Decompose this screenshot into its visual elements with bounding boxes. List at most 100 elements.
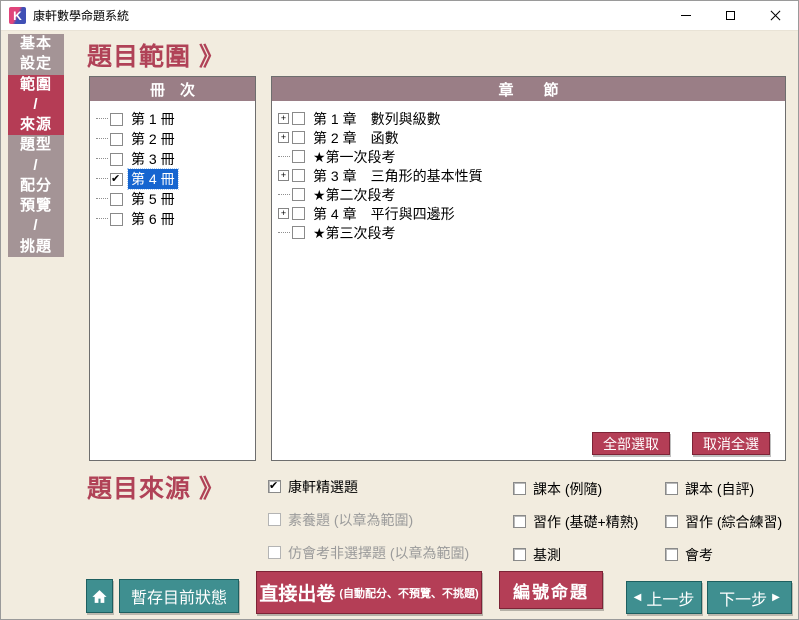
source-option[interactable]: 習作 (綜合練習)	[665, 513, 782, 530]
source-label: 課本 (自評)	[685, 479, 754, 499]
source-option[interactable]: 基測	[513, 546, 638, 563]
chapter-label[interactable]: 第 2 章 函數	[310, 128, 402, 148]
source-label: 素養題 (以章為範圍)	[288, 510, 413, 530]
source-option[interactable]: 習作 (基礎+精熟)	[513, 513, 638, 530]
chapter-label[interactable]: ★第一次段考	[310, 147, 399, 167]
app-window: K 康軒數學命題系統 基本 設定 範圍 / 來源 題型 / 配分 預覽 / 挑題…	[0, 0, 799, 620]
source-option[interactable]: 會考	[665, 546, 782, 563]
maximize-icon	[726, 11, 735, 20]
source-checkbox[interactable]	[268, 546, 281, 559]
next-step-button[interactable]: 下一步 ▶	[707, 581, 792, 614]
chapter-checkbox[interactable]	[292, 188, 305, 201]
expand-plus-icon[interactable]	[278, 113, 289, 124]
close-button[interactable]	[753, 1, 798, 30]
source-label: 仿會考非選擇題 (以章為範圍)	[288, 543, 469, 563]
volume-label[interactable]: 第 4 冊	[128, 169, 178, 189]
sidebar-step-tab[interactable]: 預覽 / 挑題	[8, 196, 64, 257]
source-checkbox[interactable]	[268, 513, 281, 526]
chapter-tree-row[interactable]: ★第一次段考	[278, 147, 783, 166]
volume-checkbox[interactable]	[110, 133, 123, 146]
direct-export-note: (自動配分、不預覽、不挑題)	[339, 585, 478, 601]
chapter-checkbox[interactable]	[292, 226, 305, 239]
source-checkbox[interactable]	[665, 515, 678, 528]
volume-checkbox[interactable]	[110, 153, 123, 166]
source-option[interactable]: 康軒精選題	[268, 478, 469, 495]
source-checkbox[interactable]	[665, 548, 678, 561]
tree-connector	[278, 149, 290, 157]
source-option[interactable]: 課本 (例隨)	[513, 480, 638, 497]
select-all-button[interactable]: 全部選取	[592, 432, 670, 455]
app-logo-icon: K	[9, 7, 26, 24]
volume-label[interactable]: 第 1 冊	[128, 109, 178, 129]
source-checkbox[interactable]	[513, 515, 526, 528]
expand-plus-icon[interactable]	[278, 208, 289, 219]
chapter-checkbox[interactable]	[292, 112, 305, 125]
volume-panel-header: 冊 次	[90, 77, 255, 101]
expand-plus-icon[interactable]	[278, 132, 289, 143]
chapter-tree-row[interactable]: 第 3 章 三角形的基本性質	[278, 166, 783, 185]
volume-label[interactable]: 第 3 冊	[128, 149, 178, 169]
chapter-label[interactable]: 第 4 章 平行與四邊形	[310, 204, 458, 224]
chapter-label[interactable]: ★第三次段考	[310, 223, 399, 243]
numbered-authoring-button[interactable]: 編號命題	[499, 571, 603, 609]
source-option[interactable]: 素養題 (以章為範圍)	[268, 511, 469, 528]
volume-panel: 冊 次 第 1 冊 第 2 冊	[89, 76, 256, 461]
volume-label[interactable]: 第 5 冊	[128, 189, 178, 209]
source-checkbox[interactable]	[513, 548, 526, 561]
volume-checkbox[interactable]	[110, 173, 123, 186]
source-option[interactable]: 課本 (自評)	[665, 480, 782, 497]
source-checkbox[interactable]	[665, 482, 678, 495]
direct-export-label: 直接出卷	[259, 579, 335, 606]
save-current-state-button[interactable]: 暫存目前狀態	[119, 579, 239, 613]
volume-tree-row[interactable]: 第 1 冊	[96, 109, 253, 129]
deselect-all-button[interactable]: 取消全選	[692, 432, 770, 455]
chapter-panel: 章 節 第 1 章 數列與級數	[271, 76, 786, 461]
sidebar-step-tab[interactable]: 題型 / 配分	[8, 135, 64, 196]
volume-checkbox[interactable]	[110, 113, 123, 126]
volume-label[interactable]: 第 2 冊	[128, 129, 178, 149]
source-column-1: 康軒精選題 素養題 (以章為範圍) 仿會考非選擇題 (以章為範圍)	[268, 478, 469, 577]
expand-plus-icon[interactable]	[278, 170, 289, 181]
source-checkbox[interactable]	[513, 482, 526, 495]
chapter-tree-row[interactable]: 第 1 章 數列與級數	[278, 109, 783, 128]
minimize-button[interactable]	[663, 1, 708, 30]
left-arrow-icon: ◀	[634, 592, 642, 603]
source-checkbox[interactable]	[268, 480, 281, 493]
range-section-heading: 題目範圍 》	[87, 37, 225, 73]
tree-connector	[96, 191, 108, 199]
direct-export-button[interactable]: 直接出卷 (自動配分、不預覽、不挑題)	[256, 571, 482, 614]
chapter-label[interactable]: 第 1 章 數列與級數	[310, 109, 444, 129]
chapter-label[interactable]: ★第二次段考	[310, 185, 399, 205]
app-body: 基本 設定 範圍 / 來源 題型 / 配分 預覽 / 挑題 題目範圍 》 冊 次	[1, 31, 798, 620]
home-button[interactable]	[86, 579, 113, 613]
chapter-tree-row[interactable]: ★第三次段考	[278, 223, 783, 242]
close-icon	[770, 10, 781, 21]
volume-label[interactable]: 第 6 冊	[128, 209, 178, 229]
source-option[interactable]: 仿會考非選擇題 (以章為範圍)	[268, 544, 469, 561]
chapter-label[interactable]: 第 3 章 三角形的基本性質	[310, 166, 486, 186]
chapter-tree-row[interactable]: ★第二次段考	[278, 185, 783, 204]
volume-tree-row[interactable]: 第 6 冊	[96, 209, 253, 229]
source-column-3: 課本 (自評) 習作 (綜合練習) 會考	[665, 480, 782, 579]
window-controls	[663, 1, 798, 30]
volume-tree-row[interactable]: 第 5 冊	[96, 189, 253, 209]
volume-checkbox[interactable]	[110, 193, 123, 206]
maximize-button[interactable]	[708, 1, 753, 30]
chapter-checkbox[interactable]	[292, 150, 305, 163]
chapter-checkbox[interactable]	[292, 169, 305, 182]
volume-checkbox[interactable]	[110, 213, 123, 226]
chapter-tree-row[interactable]: 第 4 章 平行與四邊形	[278, 204, 783, 223]
minimize-icon	[681, 15, 691, 16]
previous-step-button[interactable]: ◀ 上一步	[626, 581, 702, 614]
volume-tree: 第 1 冊 第 2 冊 第 3 冊	[90, 101, 255, 229]
volume-tree-row[interactable]: 第 4 冊	[96, 169, 253, 189]
volume-tree-row[interactable]: 第 3 冊	[96, 149, 253, 169]
sidebar-step-tab[interactable]: 範圍 / 來源	[8, 75, 64, 136]
sidebar-step-tab[interactable]: 基本 設定	[8, 34, 64, 75]
chapter-checkbox[interactable]	[292, 207, 305, 220]
chapter-tree-row[interactable]: 第 2 章 函數	[278, 128, 783, 147]
tree-connector	[278, 225, 290, 233]
volume-tree-row[interactable]: 第 2 冊	[96, 129, 253, 149]
chapter-checkbox[interactable]	[292, 131, 305, 144]
tree-connector	[96, 111, 108, 119]
